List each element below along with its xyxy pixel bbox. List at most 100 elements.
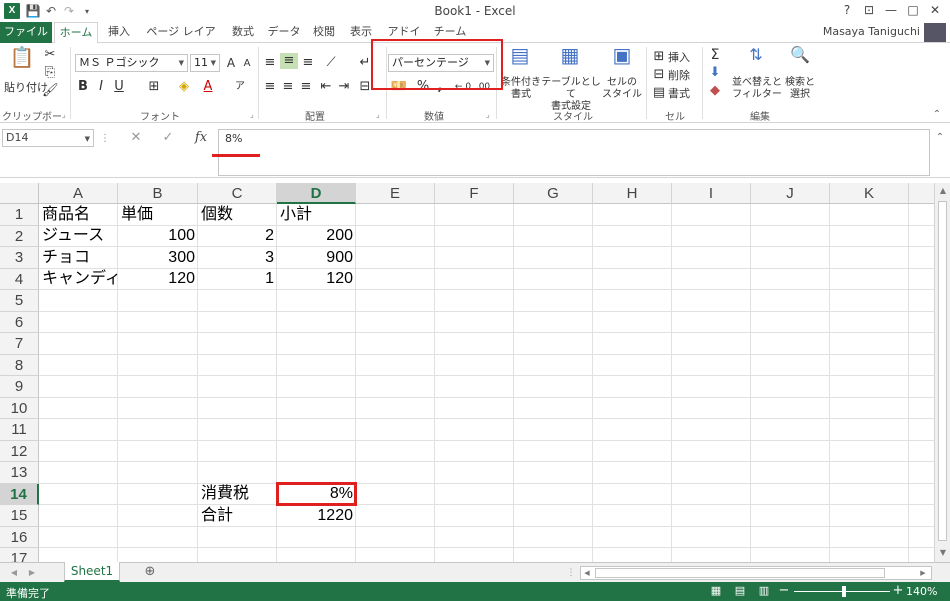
user-name[interactable]: Masaya Taniguchi: [823, 25, 920, 38]
align-bottom-icon[interactable]: ≡: [300, 55, 316, 71]
conditional-formatting-icon[interactable]: ▤: [506, 45, 534, 65]
scroll-down-icon[interactable]: ▼: [936, 545, 950, 561]
collapse-formula-bar-icon[interactable]: ⌃: [934, 130, 946, 146]
cell-d2[interactable]: 200: [277, 226, 356, 246]
grow-font-button[interactable]: A: [224, 55, 238, 71]
row-header-10[interactable]: 10: [0, 398, 39, 419]
column-header-h[interactable]: H: [593, 183, 672, 204]
cell-c3[interactable]: 3: [198, 247, 277, 268]
row-header-1[interactable]: 1: [0, 204, 39, 226]
format-cells-button[interactable]: 書式: [668, 85, 690, 101]
borders-icon[interactable]: ⊞: [146, 79, 162, 95]
horizontal-scroll-thumb[interactable]: [595, 568, 885, 578]
avatar[interactable]: [924, 23, 946, 42]
column-header-a[interactable]: A: [39, 183, 118, 204]
alignment-launcher-icon[interactable]: ⌟: [376, 110, 380, 119]
sheet-next-icon[interactable]: ▶: [26, 565, 38, 581]
row-header-6[interactable]: 6: [0, 312, 39, 333]
scroll-up-icon[interactable]: ▲: [936, 183, 950, 199]
merge-center-icon[interactable]: ⊟: [358, 79, 372, 95]
column-header-e[interactable]: E: [356, 183, 435, 204]
align-middle-icon[interactable]: ≡: [280, 53, 298, 69]
row-header-12[interactable]: 12: [0, 441, 39, 462]
cell-a4[interactable]: キャンディ: [39, 269, 118, 289]
wrap-text-icon[interactable]: ↵: [358, 55, 372, 71]
ribbon-display-button[interactable]: ⊡: [858, 1, 880, 19]
cell-d4[interactable]: 120: [277, 269, 356, 289]
cell-d15[interactable]: 1220: [277, 505, 356, 526]
font-size-select[interactable]: 11 ▼: [190, 54, 220, 72]
cell-c14[interactable]: 消費税: [198, 484, 277, 504]
tab-data[interactable]: データ: [266, 22, 302, 43]
row-header-3[interactable]: 3: [0, 247, 39, 269]
cell-d1[interactable]: 小計: [277, 204, 356, 225]
align-left-icon[interactable]: ≡: [262, 79, 278, 95]
sort-filter-button[interactable]: 並べ替えと フィルター: [732, 77, 782, 101]
cell-c2[interactable]: 2: [198, 226, 277, 246]
autosum-icon[interactable]: Σ: [708, 47, 722, 63]
formula-input[interactable]: 8%: [218, 129, 930, 176]
number-launcher-icon[interactable]: ⌟: [486, 110, 490, 119]
conditional-formatting-button[interactable]: 条件付き 書式: [498, 77, 544, 101]
format-cells-icon[interactable]: ▤: [652, 85, 666, 101]
cell-a3[interactable]: チョコ: [39, 247, 118, 268]
row-header-2[interactable]: 2: [0, 226, 39, 247]
column-header-g[interactable]: G: [514, 183, 593, 204]
font-name-select[interactable]: ＭＳ Ｐゴシック ▼: [75, 54, 188, 72]
cell-c1[interactable]: 個数: [198, 204, 277, 225]
sheet-prev-icon[interactable]: ◀: [8, 565, 20, 581]
column-header-c[interactable]: C: [198, 183, 277, 204]
formula-bar-options-icon[interactable]: ⋮: [100, 131, 110, 147]
worksheet-grid[interactable]: A B C D E F G H I J K 1 2 3 4 5 6 7 8 9 …: [0, 183, 934, 562]
cell-b4[interactable]: 120: [118, 269, 198, 289]
tab-file[interactable]: ファイル: [0, 22, 52, 43]
zoom-in-button[interactable]: +: [892, 583, 904, 599]
insert-cells-button[interactable]: 挿入: [668, 49, 690, 65]
italic-button[interactable]: I: [94, 79, 108, 95]
clear-icon[interactable]: ◆: [708, 83, 722, 99]
cell-a1[interactable]: 商品名: [39, 204, 118, 225]
phonetic-icon[interactable]: ア: [232, 79, 248, 95]
insert-cells-icon[interactable]: ⊞: [652, 49, 666, 65]
cell-b1[interactable]: 単価: [118, 204, 198, 225]
maximize-button[interactable]: □: [902, 1, 924, 19]
row-header-5[interactable]: 5: [0, 290, 39, 312]
column-header-partial[interactable]: [909, 183, 934, 204]
tab-formulas[interactable]: 数式: [227, 22, 259, 43]
row-header-14[interactable]: 14: [0, 484, 39, 505]
tab-page-layout[interactable]: ページ レイアウト: [142, 22, 220, 58]
cell-c4[interactable]: 1: [198, 269, 277, 289]
align-center-icon[interactable]: ≡: [280, 79, 296, 95]
sort-filter-icon[interactable]: ⇅: [742, 47, 770, 63]
orientation-icon[interactable]: ⟋: [322, 55, 340, 71]
tab-review[interactable]: 校閲: [309, 22, 339, 43]
vertical-scroll-thumb[interactable]: [938, 201, 947, 541]
find-select-button[interactable]: 検索と 選択: [782, 77, 818, 101]
normal-view-icon[interactable]: ▦: [708, 583, 724, 599]
tab-home[interactable]: ホーム: [54, 22, 98, 44]
column-header-j[interactable]: J: [751, 183, 830, 204]
select-all-button[interactable]: [0, 183, 39, 204]
enter-button[interactable]: ✓: [160, 130, 176, 146]
row-header-16[interactable]: 16: [0, 527, 39, 548]
insert-function-button[interactable]: fx: [192, 130, 210, 146]
cell-c15[interactable]: 合計: [198, 505, 277, 526]
row-header-7[interactable]: 7: [0, 333, 39, 355]
column-header-k[interactable]: K: [830, 183, 909, 204]
font-color-icon[interactable]: A: [200, 79, 216, 95]
name-box[interactable]: D14 ▼: [2, 129, 94, 147]
help-button[interactable]: ?: [836, 1, 858, 19]
align-top-icon[interactable]: ≡: [262, 55, 278, 71]
cell-b3[interactable]: 300: [118, 247, 198, 268]
row-header-13[interactable]: 13: [0, 462, 39, 484]
delete-cells-icon[interactable]: ⊟: [652, 67, 666, 83]
column-header-f[interactable]: F: [435, 183, 514, 204]
collapse-ribbon-icon[interactable]: ⌃: [930, 107, 944, 123]
row-header-17[interactable]: 17: [0, 548, 39, 562]
sheet-tab-sheet1[interactable]: Sheet1: [64, 562, 120, 582]
zoom-level[interactable]: 140%: [906, 585, 937, 598]
column-header-b[interactable]: B: [118, 183, 198, 204]
cancel-button[interactable]: ✕: [128, 130, 144, 146]
cell-styles-button[interactable]: セルの スタイル: [600, 77, 644, 101]
format-as-table-icon[interactable]: ▦: [556, 45, 584, 65]
